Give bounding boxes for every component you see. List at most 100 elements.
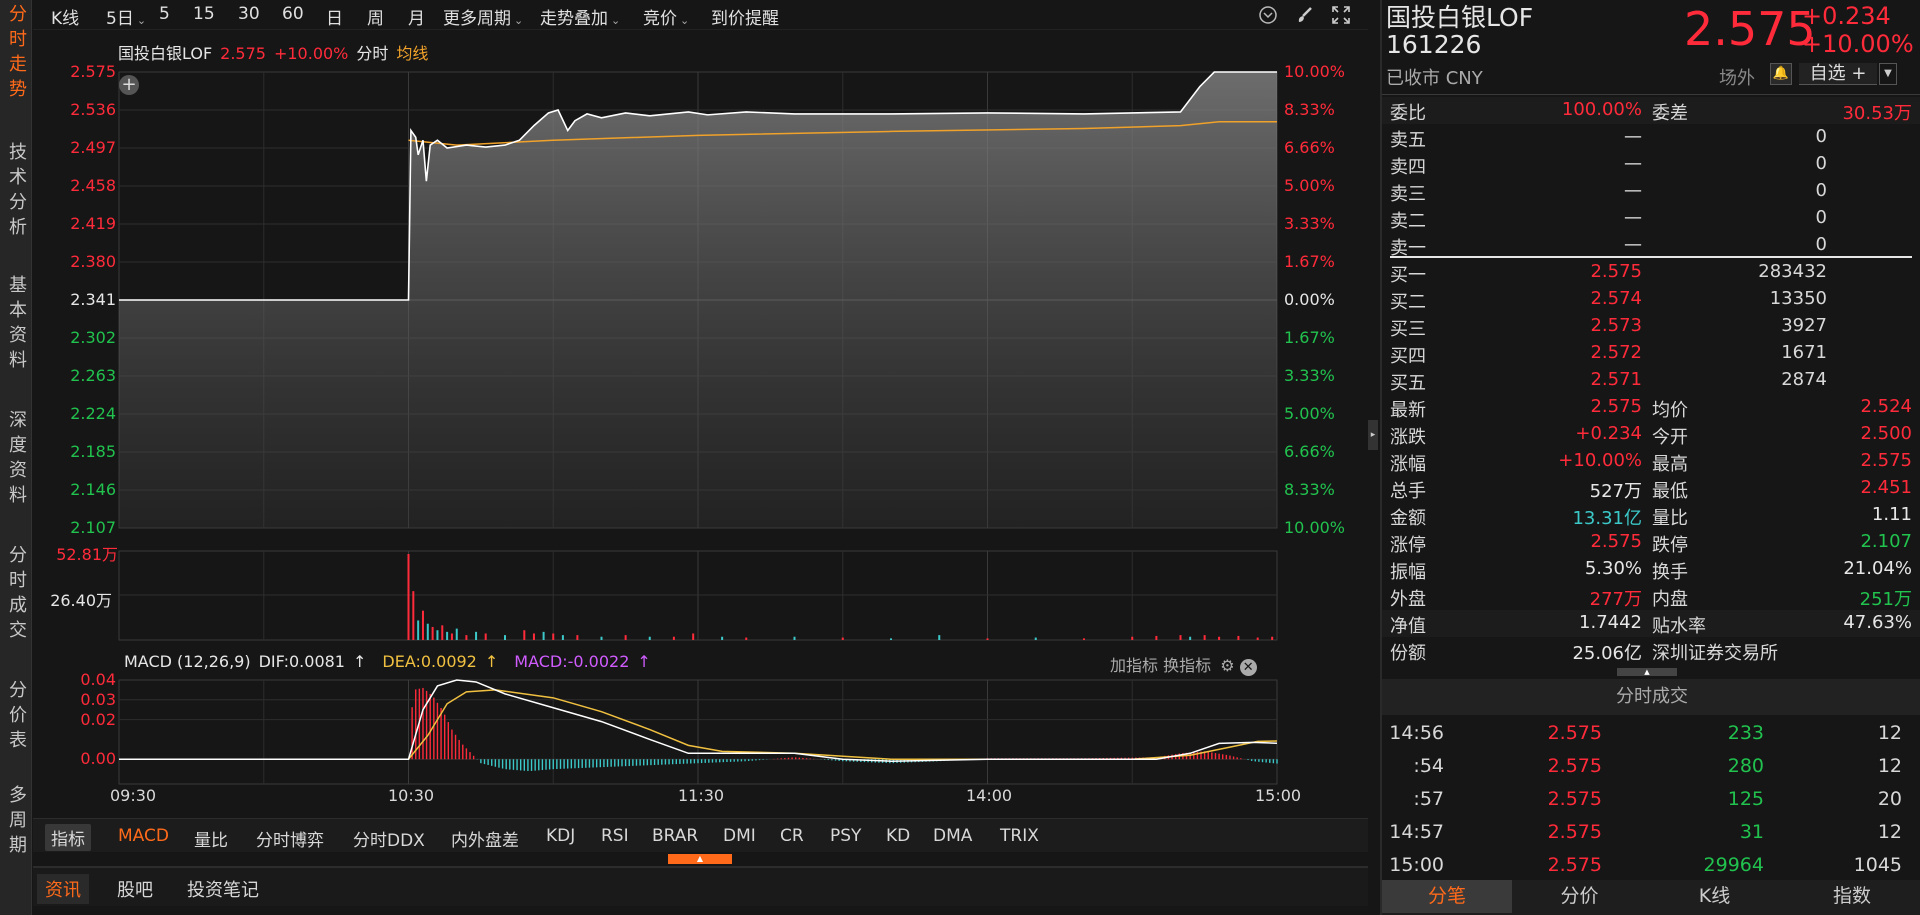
level-price: — bbox=[1624, 234, 1642, 255]
volume-bar bbox=[484, 633, 487, 640]
collapse-panel-handle[interactable]: ▸ bbox=[1368, 420, 1378, 450]
stat-label: 跌停 bbox=[1652, 535, 1688, 556]
volume-bar bbox=[1271, 636, 1274, 640]
tab-news[interactable]: 资讯 bbox=[37, 874, 89, 904]
stat-row: 净值 1.7442 贴水率 47.63% bbox=[1382, 610, 1920, 637]
stat-label: 最新 bbox=[1390, 400, 1426, 421]
tick-row: :54 2.575 280 12 bbox=[1382, 753, 1920, 781]
stat-label: 总手 bbox=[1390, 481, 1426, 502]
dif-value: DIF:0.0081 bbox=[258, 652, 345, 671]
volume-bar bbox=[938, 635, 941, 640]
level-label: 卖五 bbox=[1390, 130, 1426, 151]
volume-bar bbox=[465, 635, 468, 640]
stat-label: 涨幅 bbox=[1390, 454, 1426, 475]
tick-count: 12 bbox=[1877, 755, 1902, 777]
bell-icon[interactable]: 🔔 bbox=[1770, 63, 1792, 85]
close-icon[interactable]: ✕ bbox=[1239, 659, 1257, 676]
volume-bar bbox=[421, 610, 424, 640]
indicator-kdj[interactable]: KDJ bbox=[546, 826, 575, 846]
gear-icon[interactable]: ⚙ bbox=[1220, 656, 1234, 675]
stat-label: 净值 bbox=[1390, 616, 1426, 637]
tab-forum[interactable]: 股吧 bbox=[109, 874, 161, 904]
tick-count: 12 bbox=[1877, 722, 1902, 744]
indicator-volume-ratio[interactable]: 量比 bbox=[194, 826, 228, 851]
indicator-cr[interactable]: CR bbox=[780, 826, 804, 846]
level-volume: 0 bbox=[1815, 126, 1827, 147]
stat-value: +0.234 bbox=[1575, 423, 1642, 444]
intraday-chart[interactable] bbox=[0, 0, 1370, 815]
order-level-row: 卖四 — 0 bbox=[1382, 151, 1920, 178]
indicator-label[interactable]: 指标 bbox=[45, 824, 91, 851]
macd-title[interactable]: MACD (12,26,9) bbox=[124, 652, 251, 671]
volume-bar bbox=[1155, 635, 1158, 640]
stat-value: 277万 bbox=[1589, 589, 1642, 610]
level-label: 买三 bbox=[1390, 319, 1426, 340]
splitter-bar[interactable]: ▲ bbox=[33, 852, 1368, 866]
chevron-down-icon[interactable]: ▼ bbox=[1879, 63, 1897, 85]
expand-up-icon[interactable]: ▲ bbox=[1617, 668, 1677, 676]
level-label: 买一 bbox=[1390, 265, 1426, 286]
tab-notes[interactable]: 投资笔记 bbox=[179, 874, 267, 904]
indicator-rsi[interactable]: RSI bbox=[601, 826, 629, 846]
volume-bar bbox=[1203, 635, 1206, 640]
order-level-row: 卖一 — 0 bbox=[1382, 232, 1920, 259]
divider bbox=[1382, 94, 1920, 95]
volume-bar bbox=[504, 635, 506, 640]
add-compare-icon[interactable]: + bbox=[119, 75, 139, 95]
add-watchlist-button[interactable]: 自选 + bbox=[1799, 63, 1877, 85]
indicator-psy[interactable]: PSY bbox=[830, 826, 861, 846]
level-label: 卖三 bbox=[1390, 184, 1426, 205]
tick-volume: 233 bbox=[1727, 722, 1764, 744]
level-label: 买四 bbox=[1390, 346, 1426, 367]
macd-value: MACD:-0.0022 ↑ bbox=[514, 652, 659, 671]
right-tabs: 分笔 分价 K线 指数 bbox=[1382, 880, 1920, 915]
order-level-row: 买一 2.575 283432 bbox=[1382, 259, 1920, 286]
indicator-ddx[interactable]: 分时DDX bbox=[353, 826, 425, 851]
tick-row: 14:56 2.575 233 12 bbox=[1382, 720, 1920, 748]
volume-bar bbox=[441, 625, 444, 640]
level-volume: 2874 bbox=[1781, 369, 1827, 390]
indicator-inout-diff[interactable]: 内外盘差 bbox=[451, 826, 519, 851]
stat-label: 换手 bbox=[1652, 562, 1688, 583]
indicator-kd[interactable]: KD bbox=[886, 826, 910, 846]
level-label: 买二 bbox=[1390, 292, 1426, 313]
tab-ticks[interactable]: 分笔 bbox=[1382, 880, 1512, 913]
quote-change-pct: +10.00% bbox=[1802, 30, 1914, 58]
up-arrow-icon: ↑ bbox=[637, 652, 651, 671]
level-volume: 283432 bbox=[1758, 261, 1827, 282]
order-level-row: 买二 2.574 13350 bbox=[1382, 286, 1920, 313]
tick-price: 2.575 bbox=[1547, 854, 1602, 876]
macd-controls: 加指标 换指标 ⚙ ✕ bbox=[1110, 652, 1257, 676]
volume-bar bbox=[561, 635, 564, 640]
tab-index[interactable]: 指数 bbox=[1782, 880, 1920, 913]
expand-up-icon[interactable]: ▲ bbox=[668, 854, 732, 864]
level-price: 2.575 bbox=[1590, 261, 1642, 282]
level-volume: 3927 bbox=[1781, 315, 1827, 336]
stat-value: 251万 bbox=[1859, 589, 1912, 610]
stat-value: 1.11 bbox=[1871, 504, 1912, 525]
level-price: — bbox=[1624, 207, 1642, 228]
stat-row: 份额 25.06亿 深圳证券交易所 bbox=[1382, 637, 1920, 664]
volume-bar bbox=[1218, 636, 1221, 640]
add-indicator-button[interactable]: 加指标 bbox=[1110, 656, 1158, 675]
indicator-brar[interactable]: BRAR bbox=[652, 826, 698, 846]
volume-bar bbox=[1256, 637, 1259, 640]
level-price: 2.573 bbox=[1590, 315, 1642, 336]
stat-value: 5.30% bbox=[1584, 558, 1642, 579]
indicator-dma[interactable]: DMA bbox=[933, 826, 972, 846]
indicator-dmi[interactable]: DMI bbox=[723, 826, 756, 846]
indicator-game[interactable]: 分时博弈 bbox=[256, 826, 324, 851]
volume-bar bbox=[841, 637, 844, 640]
stat-value: 2.575 bbox=[1590, 396, 1642, 417]
tab-price-dist[interactable]: 分价 bbox=[1512, 880, 1647, 913]
volume-bar bbox=[532, 633, 535, 640]
stat-label: 涨跌 bbox=[1390, 427, 1426, 448]
indicator-macd[interactable]: MACD bbox=[118, 826, 169, 846]
stat-row: 涨跌 +0.234 今开 2.500 bbox=[1382, 421, 1920, 448]
indicator-trix[interactable]: TRIX bbox=[1000, 826, 1039, 846]
volume-bar bbox=[1131, 636, 1134, 640]
diff-value: 30.53万 bbox=[1842, 103, 1912, 124]
stat-value: 2.524 bbox=[1860, 396, 1912, 417]
switch-indicator-button[interactable]: 换指标 bbox=[1163, 656, 1211, 675]
tab-kline[interactable]: K线 bbox=[1647, 880, 1782, 913]
